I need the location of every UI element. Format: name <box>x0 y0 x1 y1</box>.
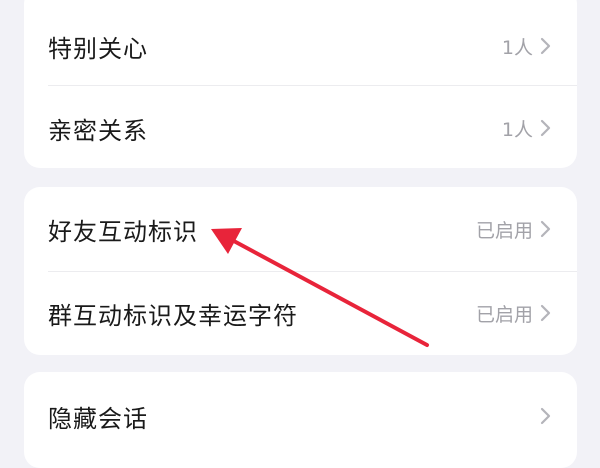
settings-row-label: 群互动标识及幸运字符 <box>48 301 298 330</box>
settings-row-intimate-relationship[interactable]: 亲密关系 1人 <box>24 86 577 168</box>
settings-row-label: 好友互动标识 <box>48 217 198 246</box>
settings-row-label: 特别关心 <box>48 34 148 63</box>
settings-row-value: 已启用 <box>475 303 533 326</box>
settings-row-label: 亲密关系 <box>48 116 148 145</box>
settings-card-1: 特别关心 1人 亲密关系 1人 <box>24 0 577 168</box>
chevron-right-icon <box>540 37 551 55</box>
settings-row-value: 1人 <box>501 36 533 59</box>
settings-row-value: 已启用 <box>475 219 533 242</box>
chevron-right-icon <box>540 304 551 322</box>
chevron-right-icon <box>540 119 551 137</box>
chevron-right-icon <box>540 407 551 425</box>
settings-row-group-interaction-badge[interactable]: 群互动标识及幸运字符 已启用 <box>24 271 577 355</box>
settings-card-2: 好友互动标识 已启用 群互动标识及幸运字符 已启用 <box>24 187 577 355</box>
settings-row-special-care[interactable]: 特别关心 1人 <box>24 4 577 88</box>
settings-card-3: 隐藏会话 <box>24 372 577 468</box>
chevron-right-icon <box>540 220 551 238</box>
settings-row-value: 1人 <box>501 118 533 141</box>
settings-row-hidden-chats[interactable]: 隐藏会话 <box>24 374 577 458</box>
settings-row-friend-interaction-badge[interactable]: 好友互动标识 已启用 <box>24 187 577 271</box>
settings-row-label: 隐藏会话 <box>48 404 148 433</box>
